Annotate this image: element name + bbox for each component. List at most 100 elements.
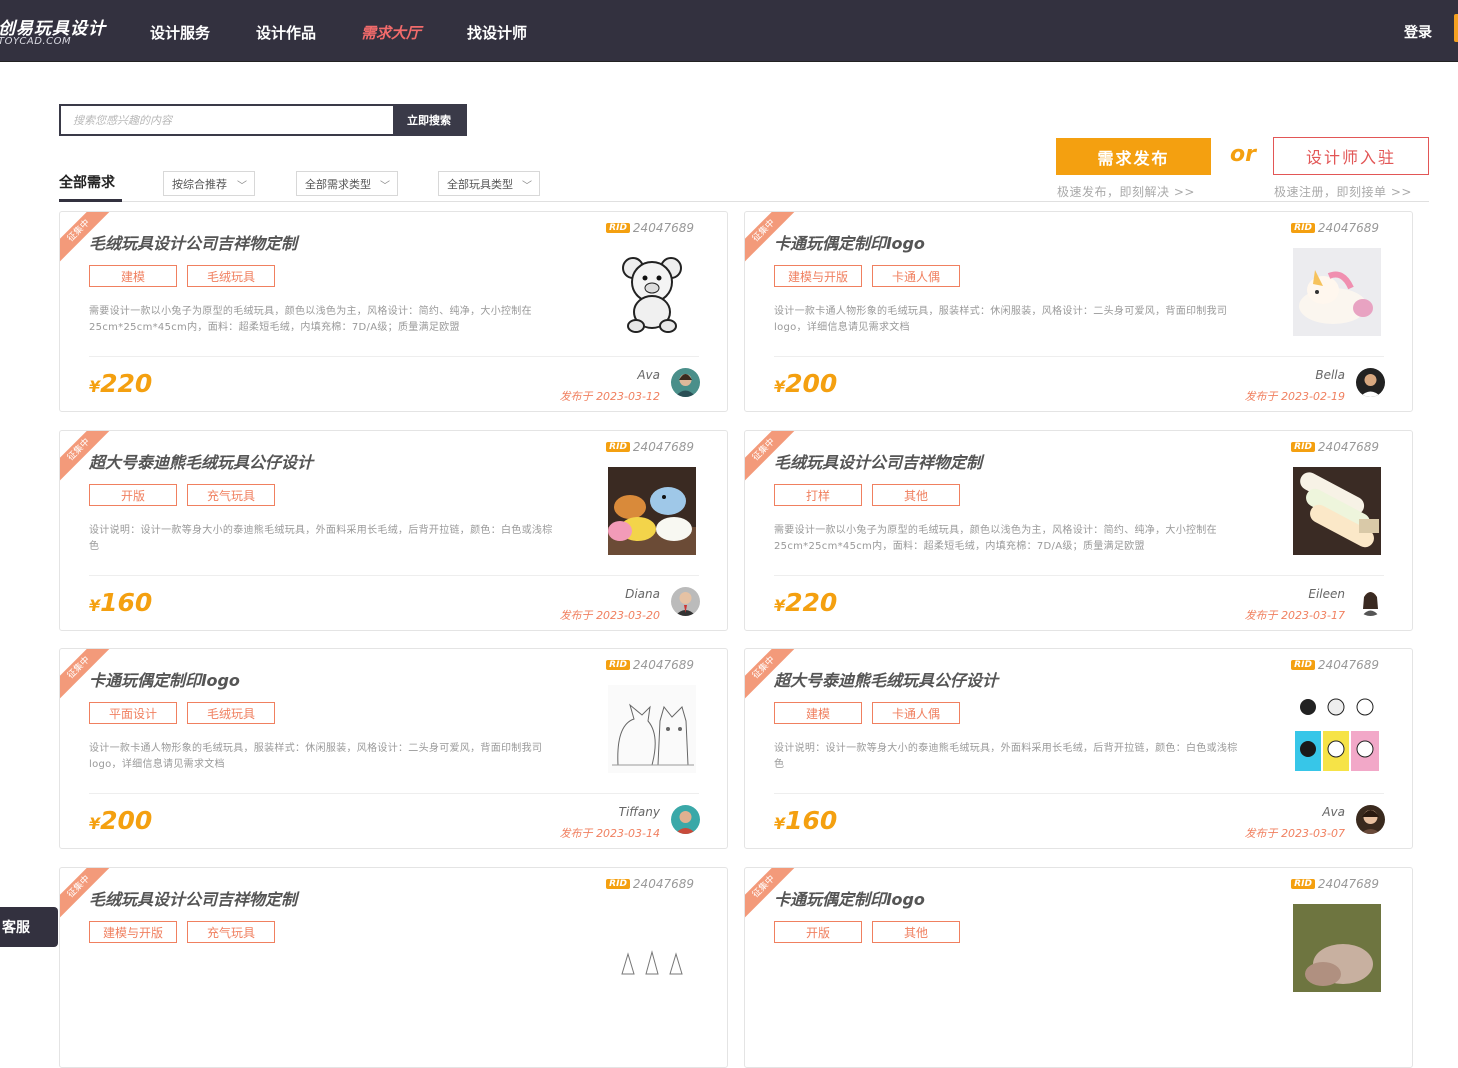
price: ¥160: [774, 806, 837, 835]
avatar[interactable]: [671, 368, 700, 397]
price-amount: 160: [100, 588, 153, 617]
card-divider: [774, 575, 1384, 576]
author-name[interactable]: Tiffany: [619, 805, 660, 819]
chevron-down-icon: ﹀: [380, 181, 390, 192]
tab-all-demands[interactable]: 全部需求: [59, 172, 115, 192]
author-name[interactable]: Diana: [625, 587, 660, 601]
category-tag[interactable]: 开版: [774, 921, 862, 943]
demand-card[interactable]: 征集中 RID 24047689 毛绒玩具设计公司吉祥物定制 建模与开版 充气玩具: [59, 867, 728, 1068]
demand-type-dropdown[interactable]: 全部需求类型 ﹀: [296, 171, 398, 196]
card-title[interactable]: 超大号泰迪熊毛绒玩具公仔设计: [774, 667, 998, 691]
designer-join-button[interactable]: 设计师入驻: [1273, 137, 1429, 175]
product-thumbnail[interactable]: [608, 685, 696, 773]
author-name[interactable]: Ava: [1322, 805, 1345, 819]
sort-dropdown[interactable]: 按综合推荐 ﹀: [163, 171, 255, 196]
card-title[interactable]: 卡通玩偶定制印logo: [774, 230, 925, 254]
card-title[interactable]: 毛绒玩具设计公司吉祥物定制: [89, 230, 297, 254]
author-name[interactable]: Ava: [637, 368, 660, 382]
category-tag[interactable]: 毛绒玩具: [187, 265, 275, 287]
product-thumbnail[interactable]: [1293, 685, 1381, 773]
toy-type-dropdown[interactable]: 全部玩具类型 ﹀: [438, 171, 540, 196]
nav-item-design-service[interactable]: 设计服务: [150, 22, 210, 43]
date-value: 2023-03-07: [1281, 827, 1345, 840]
register-button-edge[interactable]: [1454, 14, 1458, 42]
login-link[interactable]: 登录: [1404, 22, 1432, 42]
request-id: RID 24047689: [606, 440, 694, 454]
publish-demand-button[interactable]: 需求发布: [1056, 138, 1211, 175]
product-thumbnail[interactable]: [1293, 467, 1381, 555]
avatar[interactable]: [1356, 805, 1385, 834]
card-title[interactable]: 毛绒玩具设计公司吉祥物定制: [89, 886, 297, 910]
demand-card[interactable]: 征集中 RID 24047689 卡通玩偶定制印logo 平面设计 毛绒玩具 设计一款卡通人…: [59, 648, 728, 849]
currency-symbol: ¥: [774, 377, 786, 396]
rid-badge: RID: [606, 442, 630, 452]
search-input[interactable]: [61, 106, 393, 134]
category-tag[interactable]: 卡通人偶: [872, 265, 960, 287]
search-button[interactable]: 立即搜索: [393, 106, 465, 134]
avatar[interactable]: [671, 587, 700, 616]
publish-date: 发布于 2023-03-20: [560, 607, 660, 623]
avatar[interactable]: [1356, 587, 1385, 616]
category-tag[interactable]: 其他: [872, 484, 960, 506]
publish-date: 发布于 2023-02-19: [1245, 388, 1345, 404]
card-title[interactable]: 超大号泰迪熊毛绒玩具公仔设计: [89, 449, 313, 473]
product-thumbnail[interactable]: [608, 904, 696, 992]
card-title[interactable]: 卡通玩偶定制印logo: [89, 667, 240, 691]
category-tag[interactable]: 卡通人偶: [872, 702, 960, 724]
category-tag[interactable]: 充气玩具: [187, 921, 275, 943]
price-amount: 220: [785, 588, 838, 617]
customer-service-button[interactable]: 客服: [0, 907, 58, 947]
category-tag[interactable]: 毛绒玩具: [187, 702, 275, 724]
category-tag[interactable]: 充气玩具: [187, 484, 275, 506]
currency-symbol: ¥: [89, 596, 101, 615]
price-amount: 220: [100, 369, 153, 398]
request-id: RID 24047689: [606, 877, 694, 891]
demand-card[interactable]: 征集中 RID 24047689 毛绒玩具设计公司吉祥物定制 打样 其他 需要设计一款以小兔…: [744, 430, 1413, 631]
category-tag[interactable]: 建模与开版: [774, 265, 862, 287]
nav-item-find-designer[interactable]: 找设计师: [467, 22, 527, 43]
nav-item-demand-hall[interactable]: 需求大厅: [361, 22, 421, 43]
author-name[interactable]: Bella: [1315, 368, 1345, 382]
tag-list: 建模与开版 充气玩具: [89, 921, 275, 943]
category-tag[interactable]: 建模与开版: [89, 921, 177, 943]
demand-card[interactable]: 征集中 RID 24047689 超大号泰迪熊毛绒玩具公仔设计 建模 卡通人偶 设计说明：设…: [744, 648, 1413, 849]
publish-subtext[interactable]: 极速发布，即刻解决 >>: [1057, 183, 1195, 200]
card-description: 需要设计一款以小兔子为原型的毛绒玩具，颜色以浅色为主，风格设计：简约、纯净，大小…: [774, 525, 1217, 552]
card-title[interactable]: 卡通玩偶定制印logo: [774, 886, 925, 910]
date-prefix: 发布于: [1244, 390, 1278, 403]
rid-value: 24047689: [632, 658, 694, 672]
avatar[interactable]: [1356, 368, 1385, 397]
date-value: 2023-03-17: [1281, 609, 1345, 622]
product-thumbnail[interactable]: [608, 248, 696, 336]
rid-badge: RID: [1291, 442, 1315, 452]
category-tag[interactable]: 建模: [774, 702, 862, 724]
category-tag[interactable]: 建模: [89, 265, 177, 287]
demand-card[interactable]: 征集中 RID 24047689 超大号泰迪熊毛绒玩具公仔设计 开版 充气玩具 设计说明：设…: [59, 430, 728, 631]
price-amount: 200: [785, 369, 838, 398]
card-divider: [89, 356, 699, 357]
demand-card[interactable]: 征集中 RID 24047689 卡通玩偶定制印logo 开版 其他: [744, 867, 1413, 1068]
designer-subtext[interactable]: 极速注册，即刻接单 >>: [1274, 183, 1412, 200]
category-tag[interactable]: 平面设计: [89, 702, 177, 724]
product-thumbnail[interactable]: [1293, 248, 1381, 336]
nav-item-design-works[interactable]: 设计作品: [256, 22, 316, 43]
avatar[interactable]: [671, 805, 700, 834]
rid-value: 24047689: [1317, 221, 1379, 235]
tag-list: 建模 毛绒玩具: [89, 265, 275, 287]
rid-value: 24047689: [1317, 658, 1379, 672]
product-thumbnail[interactable]: [1293, 904, 1381, 992]
author-name[interactable]: Eileen: [1308, 587, 1345, 601]
rid-badge: RID: [606, 660, 630, 670]
category-tag[interactable]: 其他: [872, 921, 960, 943]
rid-badge: RID: [606, 879, 630, 889]
card-description: 设计说明：设计一款等身大小的泰迪熊毛绒玩具，外面料采用长毛绒，后背开拉链，颜色：…: [774, 743, 1238, 770]
publish-date: 发布于 2023-03-07: [1245, 825, 1345, 841]
category-tag[interactable]: 开版: [89, 484, 177, 506]
rid-badge: RID: [606, 223, 630, 233]
card-description: 设计说明：设计一款等身大小的泰迪熊毛绒玩具，外面料采用长毛绒，后背开拉链，颜色：…: [89, 525, 553, 552]
product-thumbnail[interactable]: [608, 467, 696, 555]
category-tag[interactable]: 打样: [774, 484, 862, 506]
card-title[interactable]: 毛绒玩具设计公司吉祥物定制: [774, 449, 982, 473]
demand-card[interactable]: 征集中 RID 24047689 卡通玩偶定制印logo 建模与开版 卡通人偶 设计一款卡通…: [744, 211, 1413, 412]
demand-card[interactable]: 征集中 RID 24047689 毛绒玩具设计公司吉祥物定制 建模 毛绒玩具 需要设计一款以…: [59, 211, 728, 412]
